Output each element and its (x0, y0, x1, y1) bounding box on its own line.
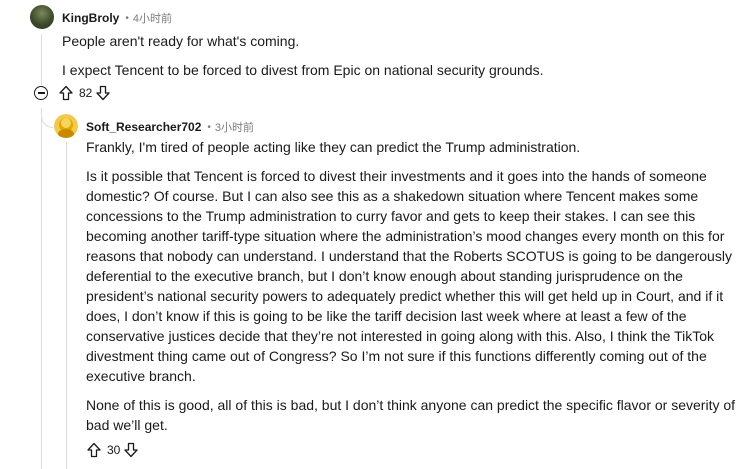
comment-paragraph: Frankly, I'm tired of people acting like… (86, 139, 581, 155)
author-name[interactable]: KingBroly (62, 11, 119, 25)
thread-line[interactable] (66, 142, 67, 469)
avatar[interactable] (30, 5, 54, 29)
thread-line[interactable] (41, 108, 42, 469)
separator-dot: • (207, 121, 211, 133)
thread-line[interactable] (41, 34, 42, 85)
reply-connector (41, 108, 53, 128)
comment-body: Frankly, I'm tired of people acting like… (86, 137, 748, 435)
comment-body: People aren't ready for what's coming. I… (62, 31, 742, 80)
comment-thread: KingBroly • 4小时前 People aren't ready for… (0, 0, 753, 469)
avatar[interactable] (54, 114, 78, 138)
comment-header: KingBroly • 4小时前 (62, 10, 172, 26)
downvote-arrow-icon[interactable] (95, 85, 111, 101)
timestamp[interactable]: 4小时前 (133, 10, 172, 26)
comment-actions: 82 (34, 85, 111, 101)
separator-dot: • (125, 12, 129, 24)
collapse-icon[interactable] (34, 86, 48, 100)
downvote-arrow-icon[interactable] (123, 442, 139, 458)
comment-paragraph: Is it possible that Tencent is forced to… (86, 168, 732, 384)
comment-header: Soft_Researcher702 • 3小时前 (86, 119, 254, 135)
comment-paragraph: People aren't ready for what's coming. (62, 33, 300, 49)
author-name[interactable]: Soft_Researcher702 (86, 120, 201, 134)
comment-paragraph: I expect Tencent to be forced to divest … (62, 62, 544, 78)
timestamp[interactable]: 3小时前 (215, 119, 254, 135)
upvote-arrow-icon[interactable] (86, 442, 102, 458)
upvote-arrow-icon[interactable] (58, 85, 74, 101)
comment-actions: 30 (86, 442, 139, 458)
comment-paragraph: None of this is good, all of this is bad… (86, 397, 736, 433)
vote-score: 82 (79, 86, 93, 100)
vote-score: 30 (107, 443, 121, 457)
